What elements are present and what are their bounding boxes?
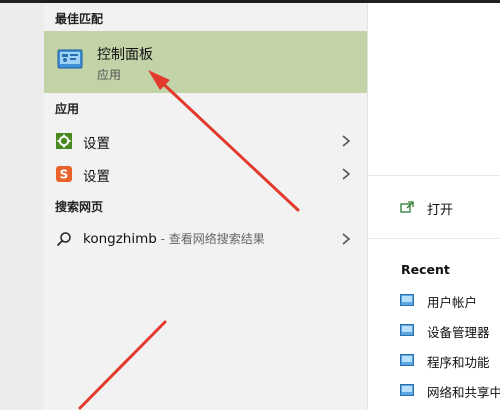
start-menu-rail	[0, 3, 44, 410]
chevron-right-icon[interactable]	[341, 232, 351, 246]
app-result-label: 设置	[83, 169, 110, 185]
control-panel-item-icon	[400, 324, 414, 336]
preview-divider	[367, 175, 500, 176]
recent-item-label: 设备管理器	[427, 325, 490, 340]
section-web-search: 搜索网页	[55, 200, 104, 214]
open-label: 打开	[427, 203, 454, 218]
web-search-query: kongzhimb	[83, 231, 157, 247]
chevron-right-icon[interactable]	[341, 167, 351, 181]
app-result-settings[interactable]: 设置	[44, 126, 367, 156]
search-icon	[56, 232, 71, 247]
svg-text:S: S	[60, 168, 69, 182]
best-match-result[interactable]	[44, 31, 367, 93]
control-panel-item-icon	[400, 354, 414, 366]
web-search-label: kongzhimb - 查看网络搜索结果	[83, 230, 265, 247]
web-search-result[interactable]: kongzhimb - 查看网络搜索结果	[44, 224, 367, 254]
chevron-right-icon[interactable]	[341, 134, 351, 148]
control-panel-item-icon	[400, 294, 414, 306]
preview-divider	[367, 238, 500, 239]
recent-item-label: 网络和共享中	[427, 385, 500, 400]
control-panel-item-icon	[400, 384, 414, 396]
recent-header: Recent	[401, 262, 450, 277]
sogou-s-icon: S	[56, 166, 72, 182]
preview-header	[368, 3, 500, 178]
section-best-match: 最佳匹配	[55, 12, 104, 26]
app-result-label: 设置	[83, 136, 110, 152]
best-match-subtitle: 应用	[97, 68, 122, 82]
control-panel-icon	[57, 49, 83, 69]
open-icon	[400, 201, 414, 213]
recent-item-label: 用户帐户	[427, 295, 478, 310]
best-match-title: 控制面板	[97, 47, 153, 63]
web-search-suffix: - 查看网络搜索结果	[156, 232, 265, 246]
app-result-sogou-settings[interactable]: S 设置	[44, 159, 367, 189]
section-apps: 应用	[55, 102, 80, 116]
settings-gear-icon	[56, 133, 72, 149]
recent-item-label: 程序和功能	[427, 355, 490, 370]
